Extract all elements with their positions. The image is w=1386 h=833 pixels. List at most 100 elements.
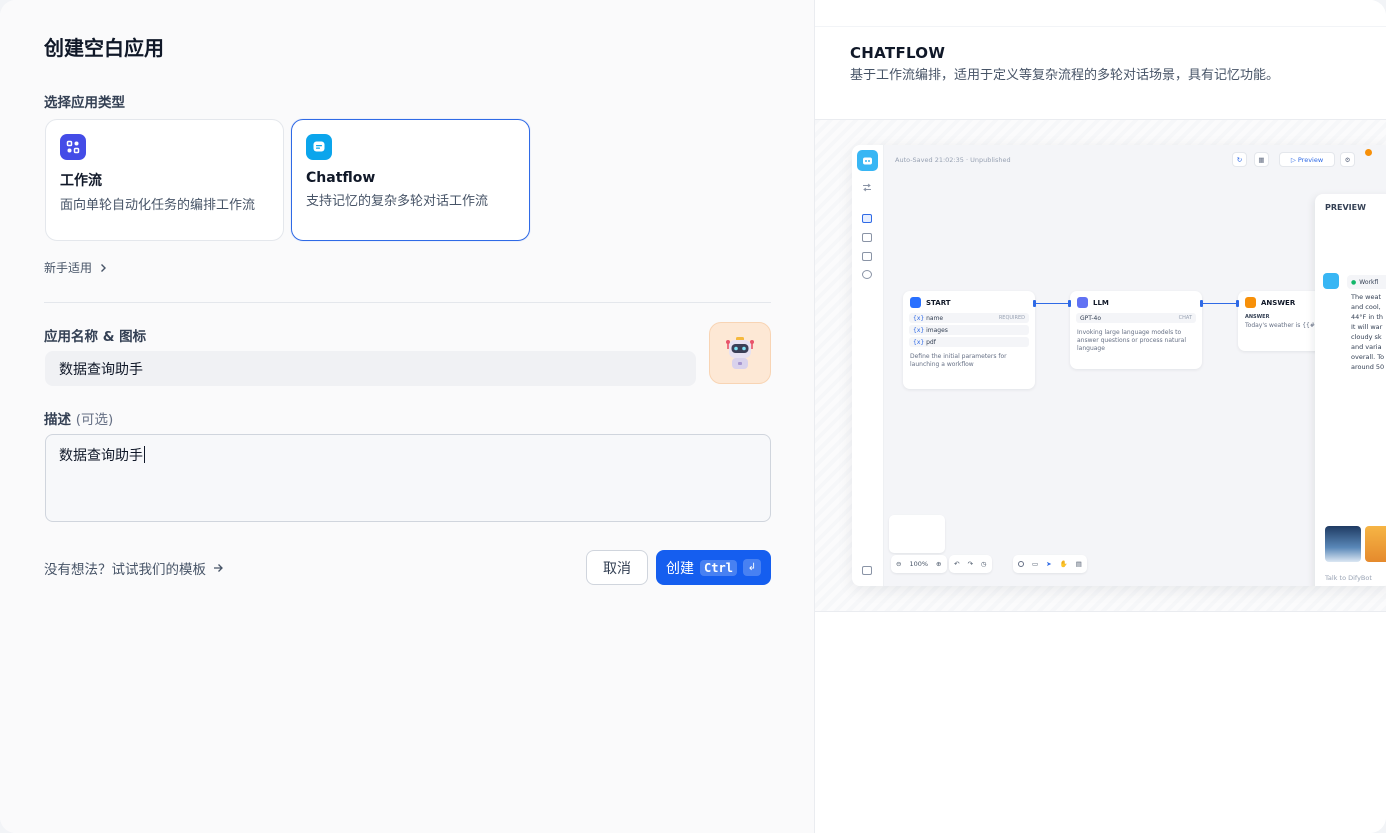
answer-node-title: ANSWER — [1261, 298, 1296, 307]
preview-description: 基于工作流编排，适用于定义等复杂流程的多轮对话场景，具有记忆功能。 — [850, 68, 1280, 83]
shortcut-ctrl: Ctrl — [700, 559, 737, 576]
divider — [44, 302, 771, 303]
switch-icon — [862, 177, 872, 192]
answer-sub: ANSWER — [1245, 314, 1270, 320]
var-name: images — [926, 326, 948, 334]
app-type-card-workflow[interactable]: 工作流 面向单轮自动化任务的编排工作流 — [45, 119, 284, 241]
start-node: START {x} name REQUIRED {x} images {x} pd… — [903, 291, 1035, 389]
beginner-toggle[interactable]: 新手适用 — [44, 259, 108, 276]
handle — [1068, 300, 1071, 307]
llm-model: GPT-4o — [1080, 314, 1102, 322]
required-tag: REQUIRED — [998, 315, 1025, 321]
app-type-name: Chatflow — [306, 170, 376, 186]
zoom-in-icon: ⊕ — [936, 560, 942, 568]
history-icon: ◷ — [980, 560, 987, 568]
minimap — [889, 515, 945, 553]
llm-model-row: GPT-4o CHAT — [1076, 313, 1196, 323]
llm-node-icon — [1077, 297, 1088, 308]
llm-node-note: Invoking large language models to answer… — [1077, 329, 1186, 352]
app-type-name: 工作流 — [60, 173, 102, 189]
llm-node: LLM GPT-4o CHAT Invoking large language m… — [1070, 291, 1202, 369]
app-desc-textarea[interactable]: 数据查询助手 — [45, 434, 771, 522]
start-var-row: {x} name REQUIRED — [909, 313, 1029, 323]
llm-node-title: LLM — [1093, 298, 1109, 307]
bot-avatar-icon — [1323, 273, 1339, 289]
desc-value: 数据查询助手 — [59, 448, 143, 464]
autosave-status: Auto-Saved 21:02:35 · Unpublished — [895, 156, 1011, 164]
editor-sidebar — [852, 145, 884, 586]
start-var-row: {x} pdf — [909, 337, 1029, 347]
workflow-badge-text: Workfl — [1359, 278, 1379, 286]
try-templates-link[interactable]: 没有想法？试试我们的模板 — [44, 558, 224, 578]
notification-badge — [1365, 149, 1372, 156]
zoom-controls: ⊖ 100% ⊕ — [891, 555, 947, 573]
create-label: 创建 — [666, 560, 695, 577]
start-node-icon — [910, 297, 921, 308]
answer-node-note: Today's weather is {{#... entities to ex… — [1245, 322, 1321, 329]
app-type-preview: CHATFLOW 基于工作流编排，适用于定义等复杂流程的多轮对话场景，具有记忆功… — [815, 0, 1386, 833]
handle — [1236, 300, 1239, 307]
answer-node-icon — [1245, 297, 1256, 308]
create-app-dialog: 创建空白应用 选择应用类型 工作流 面向单轮自动化任务的编排工作流 Chatfl… — [0, 0, 1386, 833]
monitor-icon — [862, 270, 872, 279]
dify-bot-logo-icon — [857, 150, 878, 171]
chat-preview-title: PREVIEW — [1325, 203, 1366, 212]
handle — [1200, 300, 1203, 307]
hand-icon: ✋ — [1059, 560, 1068, 568]
handle — [1033, 300, 1036, 307]
layout-icon: ▤ — [1075, 560, 1082, 568]
add-node-icon — [1018, 561, 1024, 567]
desc-optional-text: (可选) — [75, 412, 114, 428]
app-name-input[interactable]: 数据查询助手 — [45, 351, 696, 386]
history-controls: ↶ ↷ ◷ — [949, 555, 992, 573]
workflow-icon — [60, 134, 86, 160]
grid-icon: ▦ — [1254, 152, 1269, 167]
edge-llm-answer — [1202, 303, 1238, 304]
text-caret — [144, 446, 145, 463]
app-name-label: 应用名称 & 图标 — [44, 329, 147, 345]
robot-emoji-icon — [726, 337, 754, 369]
create-app-form: 创建空白应用 选择应用类型 工作流 面向单轮自动化任务的编排工作流 Chatfl… — [0, 0, 815, 833]
app-type-label: 选择应用类型 — [44, 95, 125, 111]
terminal-icon — [862, 233, 872, 242]
enter-key-icon: ↲ — [742, 559, 761, 576]
create-button[interactable]: 创建 Ctrl ↲ — [656, 550, 771, 585]
desc-label-text: 描述 — [44, 412, 71, 428]
note-icon: ▭ — [1032, 560, 1039, 568]
canvas-tools: ▭ ➤ ✋ ▤ — [1013, 555, 1087, 573]
preview-image: Auto-Saved 21:02:35 · Unpublished ↻ ▦ ▷ … — [815, 120, 1386, 612]
chat-answer-text: The weat and cool, 44°F in th It will wa… — [1351, 293, 1385, 371]
orchestrate-icon — [862, 214, 872, 223]
chatflow-icon — [306, 134, 332, 160]
var-name: name — [926, 314, 944, 322]
refresh-icon: ↻ — [1232, 152, 1247, 167]
collapse-sidebar-icon — [862, 566, 872, 575]
undo-icon: ↶ — [954, 560, 960, 568]
start-node-note: Define the initial parameters for launch… — [910, 353, 1007, 368]
chat-preview-panel: PREVIEW ● Workfl The weat and cool, 44°F … — [1315, 194, 1386, 586]
zoom-level: 100% — [909, 560, 929, 568]
app-type-desc: 支持记忆的复杂多轮对话工作流 — [306, 194, 489, 209]
top-line — [815, 26, 1386, 27]
template-link-text: 没有想法？试试我们的模板 — [44, 562, 206, 578]
workflow-editor-screenshot: Auto-Saved 21:02:35 · Unpublished ↻ ▦ ▷ … — [852, 145, 1386, 586]
var-name: pdf — [926, 338, 936, 346]
chat-input-placeholder: Talk to DifyBot — [1325, 574, 1372, 582]
pointer-icon: ➤ — [1046, 560, 1052, 568]
desc-label: 描述 (可选) — [44, 408, 113, 428]
start-var-row: {x} images — [909, 325, 1029, 335]
app-type-desc: 面向单轮自动化任务的编排工作流 — [60, 198, 256, 213]
start-node-title: START — [926, 298, 951, 307]
workflow-status-badge: ● Workfl — [1347, 275, 1386, 289]
zoom-out-icon: ⊖ — [896, 560, 902, 568]
preview-run-button: ▷ Preview — [1279, 152, 1335, 167]
settings-icon: ⚙ — [1340, 152, 1355, 167]
cancel-button[interactable]: 取消 — [586, 550, 648, 585]
dialog-title: 创建空白应用 — [44, 36, 164, 60]
arrow-right-icon — [214, 564, 223, 572]
chevron-right-icon — [101, 263, 107, 272]
app-type-card-chatflow[interactable]: Chatflow 支持记忆的复杂多轮对话工作流 — [291, 119, 530, 241]
app-icon-picker[interactable] — [709, 322, 771, 384]
beginner-label: 新手适用 — [44, 261, 93, 275]
redo-icon: ↷ — [967, 560, 973, 568]
